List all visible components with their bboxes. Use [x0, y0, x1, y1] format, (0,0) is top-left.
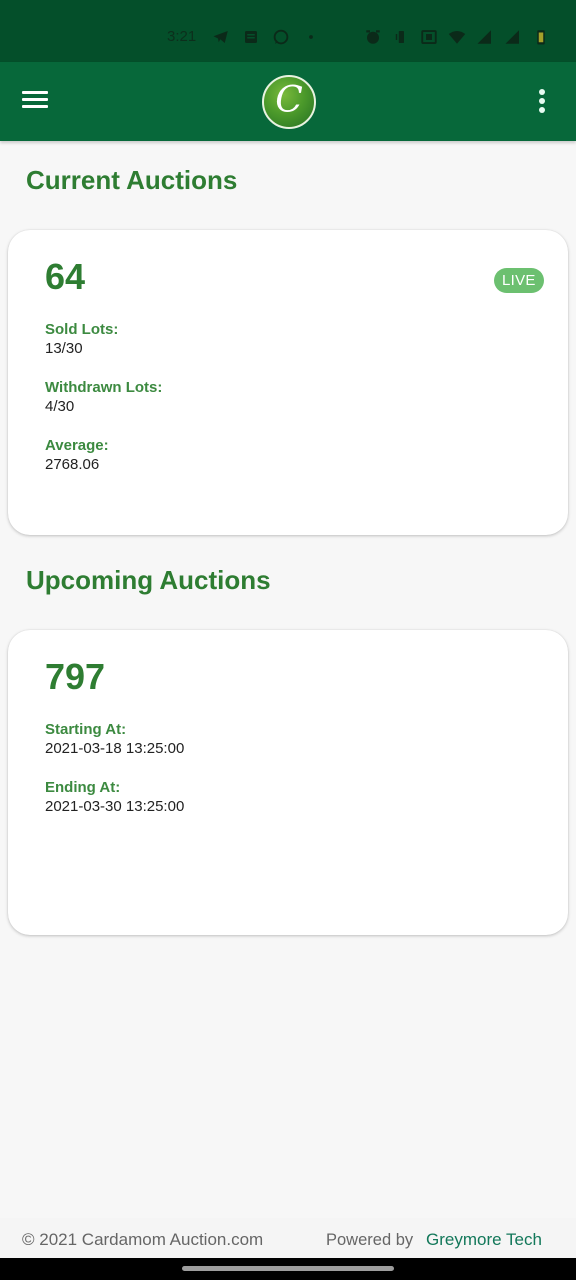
field-value: 13/30 [45, 340, 83, 357]
vendor-link[interactable]: Greymore Tech [426, 1230, 542, 1250]
withdrawn-lots-field: Withdrawn Lots: 4/30 [45, 378, 162, 417]
dot-icon [302, 28, 320, 46]
field-value: 2768.06 [45, 456, 100, 473]
upcoming-auction-card[interactable]: 797 Starting At: 2021-03-18 13:25:00 End… [8, 630, 568, 935]
wifi-icon [448, 28, 466, 46]
alarm-icon [364, 28, 382, 46]
current-auction-card[interactable]: 64 LIVE Sold Lots: 13/30 Withdrawn Lots:… [8, 230, 568, 535]
auction-number: 64 [45, 256, 86, 297]
whatsapp-icon [272, 28, 290, 46]
news-icon [242, 28, 260, 46]
app-bar: C [0, 62, 576, 141]
app-logo: C [262, 75, 316, 129]
field-label: Ending At: [45, 779, 121, 796]
average-field: Average: 2768.06 [45, 436, 109, 475]
field-label: Average: [45, 437, 109, 454]
more-vert-icon[interactable] [532, 89, 552, 115]
ending-at-field: Ending At: 2021-03-30 13:25:00 [45, 778, 184, 817]
signal-icon [476, 28, 494, 46]
copyright-text: © 2021 Cardamom Auction.com [22, 1230, 264, 1249]
sold-lots-field: Sold Lots: 13/30 [45, 320, 118, 359]
upcoming-auctions-title: Upcoming Auctions [26, 565, 271, 595]
signal-icon [504, 28, 522, 46]
battery-icon [532, 28, 550, 46]
status-time: 3:21 [167, 28, 197, 45]
home-indicator[interactable] [182, 1266, 394, 1271]
auction-number: 797 [45, 656, 106, 697]
starting-at-field: Starting At: 2021-03-18 13:25:00 [45, 720, 184, 759]
status-badge: LIVE [494, 268, 544, 293]
system-nav-bar [0, 1258, 576, 1280]
status-system-icons [364, 28, 550, 46]
field-label: Starting At: [45, 721, 127, 738]
field-label: Sold Lots: [45, 321, 119, 338]
field-value: 4/30 [45, 398, 75, 415]
nfc-icon [420, 28, 438, 46]
logo-letter: C [275, 80, 303, 121]
status-notification-icons [212, 28, 320, 46]
hamburger-menu-icon[interactable] [22, 88, 56, 116]
current-auctions-title: Current Auctions [26, 165, 238, 195]
field-value: 2021-03-30 13:25:00 [45, 798, 185, 815]
field-label: Withdrawn Lots: [45, 379, 163, 396]
field-value: 2021-03-18 13:25:00 [45, 740, 185, 757]
telegram-icon [212, 28, 230, 46]
footer: © 2021 Cardamom Auction.com Powered by G… [0, 1218, 576, 1258]
status-bar: 3:21 [0, 0, 576, 62]
powered-by-text: Powered by [326, 1231, 414, 1249]
vibrate-icon [392, 28, 410, 46]
